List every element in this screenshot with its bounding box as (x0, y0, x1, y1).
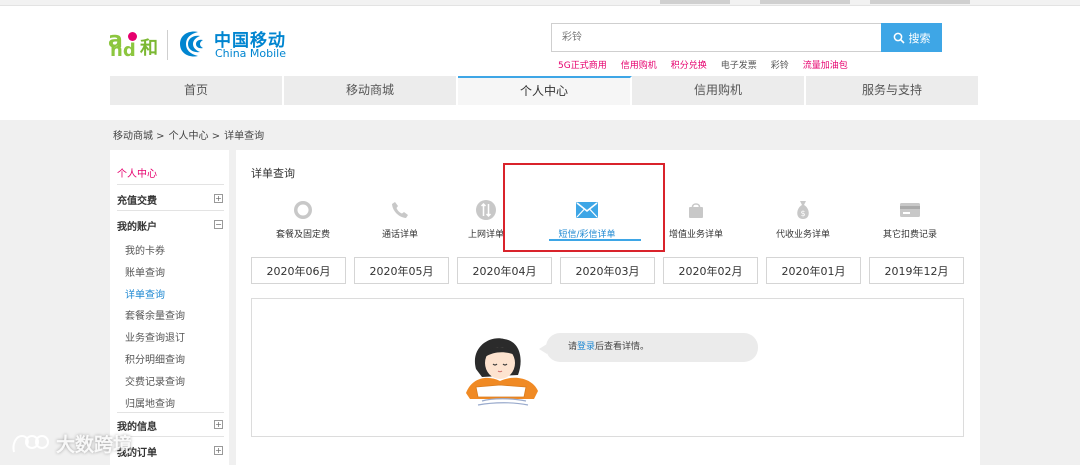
sidebar-subitem[interactable]: 账单查询 (125, 264, 165, 279)
detail-content-area: 请登录后查看详情。 (251, 298, 964, 437)
nav-item-personal-center[interactable]: 个人中心 (458, 76, 632, 105)
category-label: 代收业务详单 (775, 230, 830, 240)
search-button[interactable]: 搜索 (881, 23, 942, 52)
search-input[interactable] (551, 23, 882, 52)
month-button[interactable]: 2020年04月 (457, 257, 552, 284)
hot-link[interactable]: 信用购机 (621, 58, 657, 71)
nav-item-credit-purchase[interactable]: 信用购机 (632, 76, 806, 105)
sidebar-item-my-account[interactable]: 我的账户 (117, 218, 157, 233)
phone-icon (389, 199, 411, 221)
and-logo[interactable]: a nd 和 (108, 26, 160, 61)
svg-text:$: $ (800, 209, 805, 218)
hot-link[interactable]: 彩铃 (771, 58, 789, 71)
card-icon (899, 199, 921, 221)
watermark-text: 大数跨境 (56, 434, 133, 456)
bag-icon (685, 199, 707, 221)
cartoon-girl-illustration (466, 338, 538, 406)
expand-icon[interactable]: + (214, 194, 223, 203)
hot-link[interactable]: 流量加油包 (803, 58, 848, 71)
category-label: 其它扣费记录 (882, 230, 937, 240)
login-link[interactable]: 登录 (577, 342, 595, 352)
breadcrumb: 移动商城 > 个人中心 > 详单查询 (113, 127, 264, 142)
logo-divider (167, 30, 168, 60)
breadcrumb-item[interactable]: 移动商城 > (113, 127, 165, 142)
prompt-suffix: 后查看详情。 (595, 342, 650, 352)
main-nav: 首页 移动商城 个人中心 信用购机 服务与支持 (110, 76, 978, 105)
page-title: 详单查询 (251, 167, 295, 180)
month-button[interactable]: 2020年01月 (766, 257, 861, 284)
watermark: 大数跨境 (10, 430, 132, 457)
expand-icon[interactable]: + (214, 420, 223, 429)
search-button-label: 搜索 (908, 32, 931, 45)
hot-link[interactable]: 5G正式商用 (558, 58, 607, 71)
category-call-detail[interactable]: 通话详单 (350, 199, 450, 240)
china-mobile-logo-icon[interactable] (176, 26, 212, 62)
circle-icon (292, 199, 314, 221)
expand-icon[interactable]: + (214, 446, 223, 455)
money-bag-icon: $ (792, 199, 814, 221)
header: a nd 和 中国移动 China Mobile 搜索 5G正式商用 信用购机 … (0, 6, 1080, 120)
category-label: 套餐及固定费 (275, 230, 330, 240)
main-panel: 详单查询 套餐及固定费 通话详单 上网详单 短信/彩信详单 增值业务详单 $ 代… (236, 150, 980, 465)
login-prompt-bubble: 请登录后查看详情。 (539, 333, 758, 362)
month-button[interactable]: 2020年03月 (560, 257, 655, 284)
month-button[interactable]: 2020年06月 (251, 257, 346, 284)
sidebar: 个人中心 充值交费 + 我的账户 − 我的卡券 账单查询 详单查询 套餐余量查询… (110, 150, 229, 465)
hot-links: 5G正式商用 信用购机 积分兑换 电子发票 彩铃 流量加油包 (558, 58, 848, 71)
sidebar-title[interactable]: 个人中心 (117, 165, 157, 180)
month-button[interactable]: 2020年05月 (354, 257, 449, 284)
sidebar-subitem[interactable]: 套餐余量查询 (125, 307, 185, 322)
sidebar-item-recharge[interactable]: 充值交费 (117, 192, 157, 207)
hot-link[interactable]: 积分兑换 (671, 58, 707, 71)
category-collection-detail[interactable]: $ 代收业务详单 (753, 199, 853, 240)
sidebar-subitem[interactable]: 积分明细查询 (125, 351, 185, 366)
nav-item-mall[interactable]: 移动商城 (284, 76, 458, 105)
month-button[interactable]: 2019年12月 (869, 257, 964, 284)
divider (117, 184, 224, 185)
breadcrumb-item[interactable]: 个人中心 > (169, 127, 221, 142)
divider (117, 412, 224, 413)
sidebar-subitem[interactable]: 业务查询退订 (125, 329, 185, 344)
highlight-box (503, 163, 665, 252)
category-other-charges[interactable]: 其它扣费记录 (860, 199, 960, 240)
data-icon (475, 199, 497, 221)
category-package-fee[interactable]: 套餐及固定费 (253, 199, 353, 240)
breadcrumb-item: 详单查询 (224, 131, 265, 142)
watermark-logo-icon (12, 434, 49, 452)
month-button[interactable]: 2020年02月 (663, 257, 758, 284)
nav-item-service-support[interactable]: 服务与支持 (806, 76, 978, 105)
nav-item-home[interactable]: 首页 (110, 76, 284, 105)
collapse-icon[interactable]: − (214, 220, 223, 229)
sidebar-subitem-active[interactable]: 详单查询 (125, 286, 165, 301)
hot-link[interactable]: 电子发票 (721, 58, 757, 71)
divider (117, 210, 224, 211)
category-label: 通话详单 (381, 230, 418, 240)
search-icon (893, 32, 905, 44)
company-name-en: China Mobile (215, 47, 287, 60)
prompt-prefix: 请 (568, 342, 578, 352)
month-selector: 2020年06月 2020年05月 2020年04月 2020年03月 2020… (251, 257, 964, 284)
sidebar-subitem[interactable]: 归属地查询 (125, 395, 175, 410)
sidebar-subitem[interactable]: 交费记录查询 (125, 373, 185, 388)
divider (117, 436, 224, 437)
sidebar-subitem[interactable]: 我的卡券 (125, 242, 165, 257)
